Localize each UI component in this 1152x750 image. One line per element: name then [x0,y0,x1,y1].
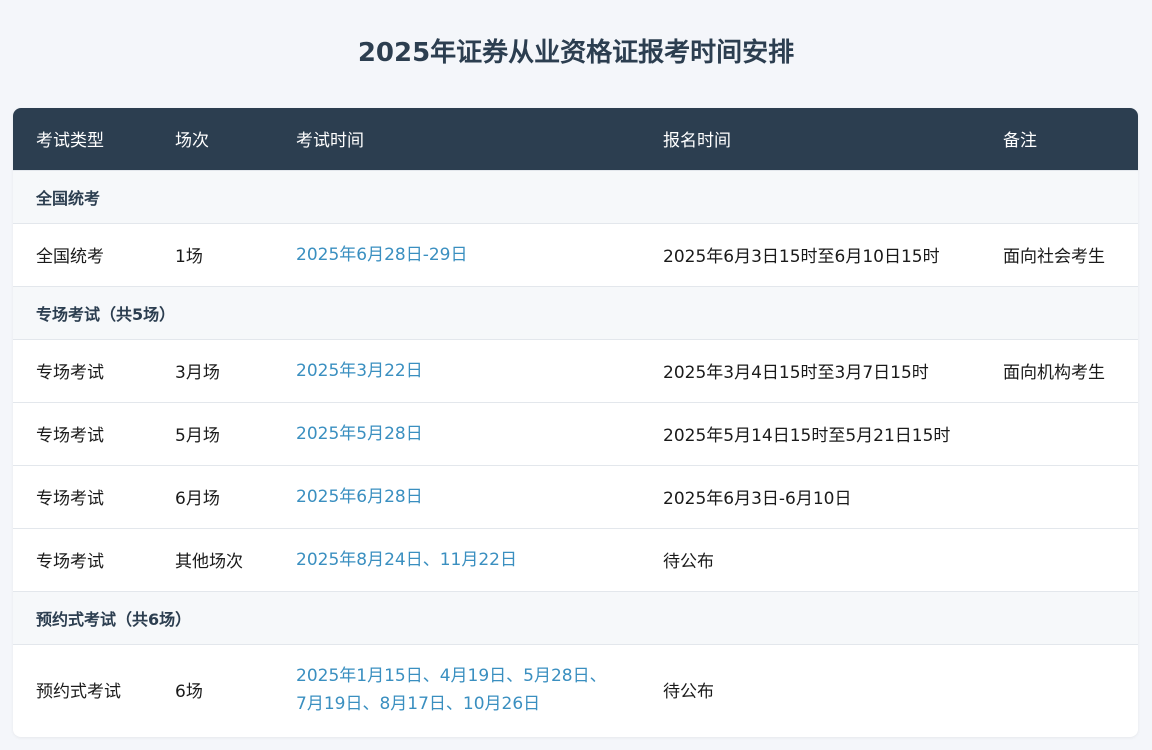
header-exam-type: 考试类型 [36,131,104,152]
cell-session: 其他场次 [152,527,273,591]
page-title: 2025年证券从业资格证报考时间安排 [357,38,795,68]
table-row: 预约式考试 6场 2025年1月15日、4月19日、5月28日、 7月19日、8… [13,643,1138,735]
table-header: 考试类型 场次 考试时间 报名时间 备注 [13,108,1138,170]
header-row: 考试类型 场次 考试时间 报名时间 备注 [13,108,1138,170]
cell-session: 1场 [152,222,273,286]
group-row-special: 专场考试（共5场） [13,285,1138,339]
cell-remarks [980,527,1138,591]
cell-registration-time: 2025年5月14日15时至5月21日15时 [640,401,980,465]
cell-registration-time: 2025年3月4日15时至3月7日15时 [640,338,980,402]
header-remarks: 备注 [1003,131,1037,152]
cell-exam-type: 专场考试 [13,527,152,591]
cell-remarks [980,643,1138,735]
cell-registration-time: 待公布 [640,527,980,591]
cell-exam-date[interactable]: 2025年8月24日、11月22日 [273,527,640,591]
cell-exam-date[interactable]: 2025年3月22日 [273,338,640,402]
cell-exam-date[interactable]: 2025年6月28日 [273,464,640,528]
cell-registration-time: 2025年6月3日15时至6月10日15时 [640,222,980,286]
table-row: 专场考试 6月场 2025年6月28日 2025年6月3日-6月10日 [13,464,1138,528]
cell-session: 5月场 [152,401,273,465]
group-row-national: 全国统考 [13,169,1138,223]
group-label: 预约式考试（共6场） [13,590,1138,644]
cell-exam-type: 预约式考试 [13,643,152,735]
exam-date-line: 7月19日、8月17日、10月26日 [296,693,541,714]
cell-exam-date[interactable]: 2025年6月28日-29日 [273,222,640,286]
cell-remarks: 面向社会考生 [980,222,1138,286]
cell-exam-date[interactable]: 2025年5月28日 [273,401,640,465]
cell-exam-type: 全国统考 [13,222,152,286]
exam-date-line: 2025年1月15日、4月19日、5月28日、 [296,665,607,686]
cell-exam-type: 专场考试 [13,401,152,465]
schedule-table: 考试类型 场次 考试时间 报名时间 备注 全国统考 全国统考 1场 2025年6… [13,108,1138,735]
cell-exam-type: 专场考试 [13,464,152,528]
group-label: 专场考试（共5场） [13,285,1138,339]
header-session: 场次 [175,131,209,152]
group-label: 全国统考 [13,169,1138,223]
table-row: 专场考试 3月场 2025年3月22日 2025年3月4日15时至3月7日15时… [13,338,1138,402]
header-registration-time: 报名时间 [663,131,731,152]
table-row: 专场考试 5月场 2025年5月28日 2025年5月14日15时至5月21日1… [13,401,1138,465]
cell-remarks: 面向机构考生 [980,338,1138,402]
cell-session: 6月场 [152,464,273,528]
cell-session: 3月场 [152,338,273,402]
group-row-appointment: 预约式考试（共6场） [13,590,1138,644]
table-row: 全国统考 1场 2025年6月28日-29日 2025年6月3日15时至6月10… [13,222,1138,286]
table-row: 专场考试 其他场次 2025年8月24日、11月22日 待公布 [13,527,1138,591]
schedule-table-card: 考试类型 场次 考试时间 报名时间 备注 全国统考 全国统考 1场 2025年6… [13,108,1138,737]
cell-session: 6场 [152,643,273,735]
cell-exam-date[interactable]: 2025年1月15日、4月19日、5月28日、 7月19日、8月17日、10月2… [273,643,640,735]
header-exam-time: 考试时间 [296,131,364,152]
cell-registration-time: 待公布 [640,643,980,735]
cell-remarks [980,401,1138,465]
cell-registration-time: 2025年6月3日-6月10日 [640,464,980,528]
cell-exam-type: 专场考试 [13,338,152,402]
cell-remarks [980,464,1138,528]
